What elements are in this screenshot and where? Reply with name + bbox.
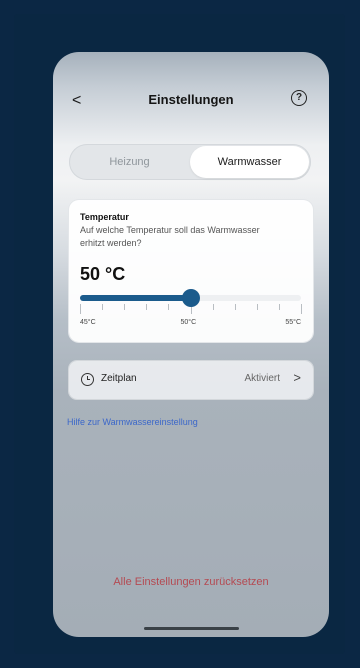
temperature-value: 50 °C xyxy=(80,264,126,284)
home-indicator xyxy=(144,627,239,630)
chevron-right-icon: > xyxy=(293,370,301,385)
slider-tick xyxy=(124,304,125,310)
slider-tick xyxy=(146,304,147,310)
schedule-row[interactable]: Zeitplan Aktiviert > xyxy=(69,361,313,399)
page-title: Einstellungen xyxy=(148,92,234,107)
help-link[interactable]: Hilfe zur Warmwassereinstellung xyxy=(67,417,198,427)
reset-button[interactable]: Alle Einstellungen zurücksetzen xyxy=(53,576,329,588)
header: < Einstellungen ? xyxy=(53,90,329,114)
temperature-slider[interactable]: 45°C 50°C 55°C xyxy=(80,289,302,326)
slider-tick xyxy=(102,304,103,310)
slider-tick xyxy=(80,304,81,314)
temperature-card: Temperatur Auf welche Temperatur soll da… xyxy=(69,200,313,342)
temperature-title: Temperatur xyxy=(80,212,129,222)
help-icon[interactable]: ? xyxy=(291,90,307,106)
slider-tick xyxy=(213,304,214,310)
schedule-label: Zeitplan xyxy=(101,373,137,384)
slider-tick xyxy=(168,304,169,310)
temperature-description: Auf welche Temperatur soll das Warmwasse… xyxy=(80,225,260,248)
mode-tabs: Heizung Warmwasser xyxy=(69,144,311,180)
slider-tick xyxy=(235,304,236,310)
phone-screen: < Einstellungen ? Heizung Warmwasser Tem… xyxy=(53,52,329,637)
tab-warmwasser[interactable]: Warmwasser xyxy=(190,146,309,178)
slider-fill xyxy=(80,295,191,301)
clock-icon xyxy=(81,373,94,386)
tab-heizung[interactable]: Heizung xyxy=(69,144,190,180)
slider-tick xyxy=(301,304,302,314)
schedule-status: Aktiviert xyxy=(244,373,280,384)
tick-label-mid: 50°C xyxy=(180,319,197,326)
slider-knob[interactable] xyxy=(182,289,200,307)
slider-tick xyxy=(279,304,280,310)
tick-label-max: 55°C xyxy=(285,319,301,326)
tick-label-min: 45°C xyxy=(80,319,96,326)
slider-tick xyxy=(257,304,258,310)
